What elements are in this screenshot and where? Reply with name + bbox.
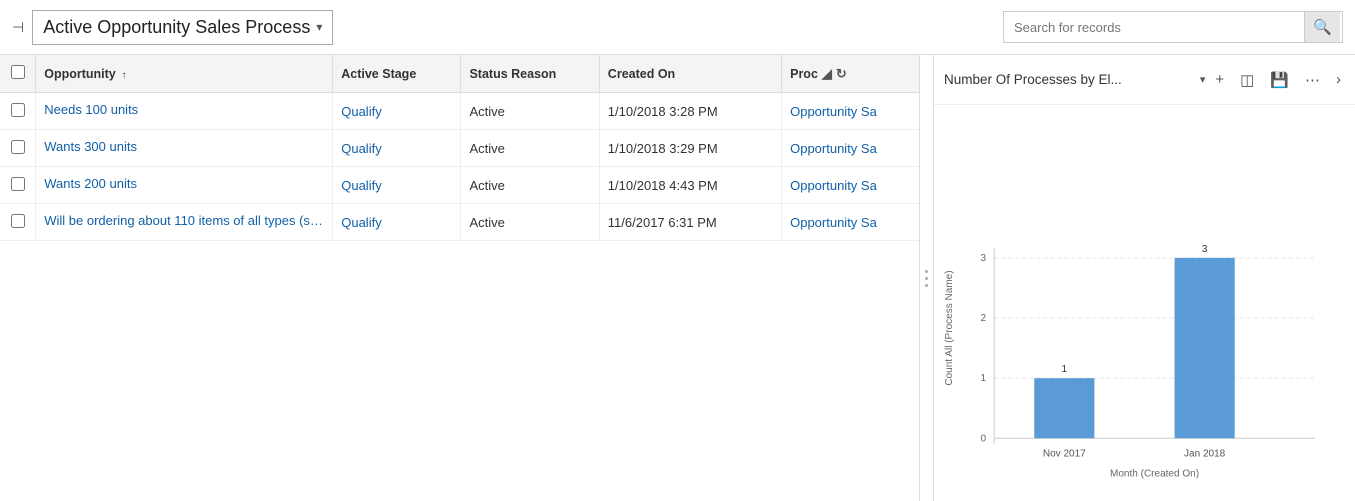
process-link[interactable]: Opportunity Sa xyxy=(790,141,877,156)
bar-chart-svg: Count All (Process Name) 0 1 2 3 1 xyxy=(934,115,1355,501)
svg-text:3: 3 xyxy=(981,253,987,264)
chevron-down-icon: ▾ xyxy=(316,20,322,34)
chart-body: Count All (Process Name) 0 1 2 3 1 xyxy=(934,105,1355,501)
row-process: Opportunity Sa xyxy=(782,93,919,130)
main-content: Opportunity ↑ Active Stage Status Reason… xyxy=(0,55,1355,501)
stage-link[interactable]: Qualify xyxy=(341,215,381,230)
chart-add-button[interactable]: + xyxy=(1211,69,1228,90)
table-area: Opportunity ↑ Active Stage Status Reason… xyxy=(0,55,920,501)
chart-title: Number Of Processes by El... xyxy=(944,72,1194,87)
row-active-stage: Qualify xyxy=(333,204,461,241)
stage-link[interactable]: Qualify xyxy=(341,104,381,119)
opportunity-link[interactable]: Will be ordering about 110 items of all … xyxy=(44,213,324,228)
row-checkbox-cell xyxy=(0,167,36,204)
table-row: Needs 100 units Qualify Active 1/10/2018… xyxy=(0,93,919,130)
row-process: Opportunity Sa xyxy=(782,167,919,204)
row-checkbox-cell xyxy=(0,93,36,130)
svg-text:Jan 2018: Jan 2018 xyxy=(1184,448,1226,459)
chart-layout-button[interactable]: ◫ xyxy=(1236,69,1258,91)
refresh-icon[interactable]: ↻ xyxy=(836,66,847,82)
svg-text:3: 3 xyxy=(1202,244,1208,255)
row-checkbox[interactable] xyxy=(11,214,25,228)
row-created-on: 1/10/2018 3:28 PM xyxy=(599,93,781,130)
th-opportunity[interactable]: Opportunity ↑ xyxy=(36,55,333,93)
row-checkbox-cell xyxy=(0,130,36,167)
search-bar: 🔍 xyxy=(1003,11,1343,43)
table-header-row: Opportunity ↑ Active Stage Status Reason… xyxy=(0,55,919,93)
row-opportunity: Wants 200 units xyxy=(36,167,333,204)
row-status-reason: Active xyxy=(461,167,599,204)
th-checkbox xyxy=(0,55,36,93)
row-status-reason: Active xyxy=(461,93,599,130)
svg-text:Nov 2017: Nov 2017 xyxy=(1043,448,1086,459)
svg-text:Month (Created On): Month (Created On) xyxy=(1110,468,1199,479)
svg-text:Count All (Process Name): Count All (Process Name) xyxy=(944,270,955,385)
row-checkbox[interactable] xyxy=(11,103,25,117)
opportunity-link[interactable]: Wants 300 units xyxy=(44,139,137,154)
table-row: Wants 300 units Qualify Active 1/10/2018… xyxy=(0,130,919,167)
select-all-checkbox[interactable] xyxy=(11,65,25,79)
chart-header: Number Of Processes by El... ▾ + ◫ 💾 ⋯ › xyxy=(934,55,1355,105)
page-title: Active Opportunity Sales Process xyxy=(43,17,310,38)
row-checkbox-cell xyxy=(0,204,36,241)
row-active-stage: Qualify xyxy=(333,93,461,130)
row-process: Opportunity Sa xyxy=(782,130,919,167)
process-link[interactable]: Opportunity Sa xyxy=(790,178,877,193)
row-created-on: 1/10/2018 3:29 PM xyxy=(599,130,781,167)
chart-more-button[interactable]: ⋯ xyxy=(1301,69,1324,91)
chart-area: Number Of Processes by El... ▾ + ◫ 💾 ⋯ ›… xyxy=(934,55,1355,501)
chart-save-button[interactable]: 💾 xyxy=(1266,69,1293,91)
row-opportunity: Will be ordering about 110 items of all … xyxy=(36,204,333,241)
pin-icon: ⊣ xyxy=(12,19,24,36)
filter-icon[interactable]: ◢ xyxy=(822,66,832,82)
bar-nov2017[interactable] xyxy=(1034,378,1094,438)
search-button[interactable]: 🔍 xyxy=(1304,12,1340,42)
row-created-on: 11/6/2017 6:31 PM xyxy=(599,204,781,241)
opportunity-link[interactable]: Wants 200 units xyxy=(44,176,137,191)
table-row: Will be ordering about 110 items of all … xyxy=(0,204,919,241)
row-opportunity: Needs 100 units xyxy=(36,93,333,130)
panel-divider[interactable] xyxy=(920,55,934,501)
row-status-reason: Active xyxy=(461,130,599,167)
row-active-stage: Qualify xyxy=(333,167,461,204)
svg-text:1: 1 xyxy=(1062,364,1068,375)
chart-expand-button[interactable]: › xyxy=(1332,69,1345,90)
svg-text:0: 0 xyxy=(981,433,987,444)
row-opportunity: Wants 300 units xyxy=(36,130,333,167)
row-status-reason: Active xyxy=(461,204,599,241)
process-link[interactable]: Opportunity Sa xyxy=(790,104,877,119)
opportunities-table: Opportunity ↑ Active Stage Status Reason… xyxy=(0,55,919,241)
row-active-stage: Qualify xyxy=(333,130,461,167)
search-input[interactable] xyxy=(1004,20,1304,35)
table-body: Needs 100 units Qualify Active 1/10/2018… xyxy=(0,93,919,241)
row-process: Opportunity Sa xyxy=(782,204,919,241)
bar-jan2018[interactable] xyxy=(1175,258,1235,438)
row-checkbox[interactable] xyxy=(11,177,25,191)
opportunity-link[interactable]: Needs 100 units xyxy=(44,102,138,117)
table-row: Wants 200 units Qualify Active 1/10/2018… xyxy=(0,167,919,204)
title-dropdown[interactable]: Active Opportunity Sales Process ▾ xyxy=(32,10,333,45)
process-link[interactable]: Opportunity Sa xyxy=(790,215,877,230)
stage-link[interactable]: Qualify xyxy=(341,178,381,193)
row-created-on: 1/10/2018 4:43 PM xyxy=(599,167,781,204)
svg-text:1: 1 xyxy=(981,373,987,384)
stage-link[interactable]: Qualify xyxy=(341,141,381,156)
th-created-on[interactable]: Created On xyxy=(599,55,781,93)
svg-text:2: 2 xyxy=(981,313,987,324)
chart-toolbar: + ◫ 💾 ⋯ › xyxy=(1211,69,1345,91)
sort-icon: ↑ xyxy=(119,70,127,81)
th-status-reason[interactable]: Status Reason xyxy=(461,55,599,93)
top-bar: ⊣ Active Opportunity Sales Process ▾ 🔍 xyxy=(0,0,1355,55)
th-active-stage[interactable]: Active Stage xyxy=(333,55,461,93)
top-bar-left: ⊣ Active Opportunity Sales Process ▾ xyxy=(12,10,1003,45)
row-checkbox[interactable] xyxy=(11,140,25,154)
th-process: Proc ◢ ↻ xyxy=(782,55,919,93)
chart-chevron-icon[interactable]: ▾ xyxy=(1200,73,1206,86)
